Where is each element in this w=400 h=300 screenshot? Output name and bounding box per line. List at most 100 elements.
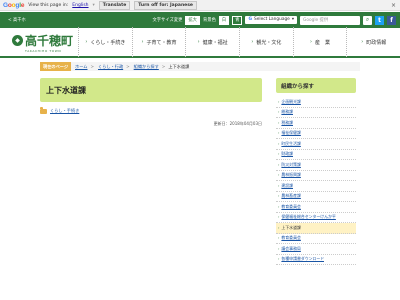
- chevron-right-icon: ›: [278, 183, 280, 188]
- utility-bar: < 高千ホ 文字サイズ変更 拡大 背景色 白 青 G Select Langua…: [0, 12, 400, 28]
- sidebar-item-label: 総務課: [281, 109, 294, 115]
- sidebar-item-label: 福祉保健課: [281, 130, 301, 136]
- sidebar-item[interactable]: › 農林振興課: [276, 171, 356, 181]
- breadcrumb-organization[interactable]: 組織から探す: [134, 64, 159, 70]
- chevron-right-icon: ›: [278, 99, 280, 104]
- sidebar-item[interactable]: › 議会事務局: [276, 244, 356, 255]
- chevron-right-icon: ›: [361, 39, 364, 45]
- sidebar-item[interactable]: › 保健福祉総合センターけんか平: [276, 213, 356, 223]
- sidebar-item[interactable]: › 教育委員会: [276, 234, 356, 244]
- search-input[interactable]: Google 提供: [300, 15, 360, 25]
- gnav-label: くらし・手続き: [90, 39, 126, 46]
- chevron-right-icon: ›: [278, 131, 280, 136]
- chevron-right-icon: ›: [278, 120, 280, 125]
- font-size-label: 文字サイズ変更: [152, 18, 183, 23]
- sidebar-item-label: 税務課: [281, 119, 294, 125]
- page-title: 上下水道課: [40, 78, 262, 102]
- sidebar-item[interactable]: › 各種申請書ダウンロード: [276, 255, 356, 265]
- select-language-dropdown[interactable]: G Select Language ▾: [245, 16, 297, 24]
- gnav-item-industry[interactable]: › 産 業: [292, 27, 347, 57]
- sidebar-item[interactable]: › 建設課: [276, 181, 356, 192]
- chevron-down-icon: ▾: [291, 17, 294, 22]
- dropdown-arrow-icon: ▾: [92, 2, 95, 8]
- folder-icon: [40, 107, 47, 114]
- breadcrumb-living[interactable]: くらし・行政: [98, 64, 123, 70]
- sidebar-item[interactable]: › 福祉保健課: [276, 129, 356, 139]
- breadcrumb-home[interactable]: ホーム: [75, 64, 87, 70]
- close-icon[interactable]: ×: [391, 2, 396, 9]
- color-blue-button[interactable]: 青: [232, 15, 243, 25]
- sidebar-item[interactable]: › 町民生活課: [276, 139, 356, 150]
- breadcrumb-separator: >: [126, 64, 130, 69]
- google-g-icon: G: [248, 17, 252, 22]
- sidebar-item-label: 各種申請書ダウンロード: [281, 256, 325, 262]
- chevron-right-icon: ›: [197, 39, 200, 45]
- gnav-item-tourism[interactable]: › 観光・文化: [239, 27, 293, 57]
- color-white-button[interactable]: 白: [218, 15, 230, 25]
- chevron-right-icon: ›: [278, 173, 280, 178]
- gnav-label: 健康・福祉: [202, 39, 228, 46]
- global-nav: › くらし・手続き › 子育て・教育 › 健康・福祉 › 観光・文化 › 産 業 › 町政情…: [78, 27, 400, 57]
- translate-prompt: View this page in:: [28, 2, 69, 8]
- chevron-right-icon: ›: [85, 39, 88, 45]
- chevron-right-icon: ›: [278, 194, 280, 199]
- breadcrumb-current: 上下水道課: [168, 63, 190, 69]
- chevron-right-icon: ›: [278, 246, 280, 251]
- sidebar-item-label: 上下水道課: [281, 224, 301, 230]
- translate-button[interactable]: Translate: [98, 0, 131, 10]
- chevron-right-icon: ›: [278, 110, 280, 115]
- town-emblem-icon: ◆: [12, 34, 23, 46]
- updated-date: 更新日：2018年04月03日: [213, 121, 262, 126]
- breadcrumb-here-label: 現在のページ: [40, 62, 72, 71]
- chevron-right-icon: ›: [278, 204, 280, 209]
- gnav-item-childcare[interactable]: › 子育て・教育: [131, 27, 186, 57]
- home-link[interactable]: < 高千ホ: [8, 17, 26, 23]
- site-logo[interactable]: ◆ 高千穂町 TAKACHIHO TOWN: [0, 27, 78, 57]
- sidebar-item[interactable]: › 教育委員会: [276, 202, 356, 213]
- gnav-item-admin[interactable]: › 町政情報: [346, 27, 400, 57]
- sidebar-item-label: 企画観光課: [281, 98, 301, 104]
- sidebar-item-label: 防災対策課: [281, 161, 301, 167]
- font-enlarge-button[interactable]: 拡大: [185, 15, 200, 25]
- sidebar-item-label: 農林振興課: [281, 172, 301, 178]
- turn-off-button[interactable]: Turn off for: Japanese: [134, 0, 197, 10]
- category-link-row: くらし・手続き: [40, 107, 262, 114]
- search-icon[interactable]: ⌕: [363, 15, 372, 25]
- breadcrumb: 現在のページ ホーム > くらし・行政 > 組織から探す > 上下水道課: [40, 62, 360, 71]
- chevron-right-icon: ›: [251, 39, 254, 45]
- sidebar-list: › 企画観光課 › 総務課 › 税務課 › 福祉保健課 › 町民生活課 › 財政課 › 防災対策課 › 農林振…: [276, 97, 356, 265]
- select-language-label: Select Language: [254, 17, 290, 22]
- sidebar-item[interactable]: › 企画観光課: [276, 97, 356, 108]
- gnav-item-health[interactable]: › 健康・福祉: [185, 27, 239, 57]
- chevron-right-icon: ›: [278, 141, 280, 146]
- background-color-label: 背景色: [202, 18, 216, 23]
- sidebar-item-label: 教育委員会: [281, 203, 301, 209]
- twitter-icon[interactable]: t: [375, 15, 384, 25]
- chevron-right-icon: ›: [278, 162, 280, 167]
- chevron-right-icon: ›: [278, 236, 280, 241]
- gnav-item-living[interactable]: › くらし・手続き: [78, 27, 132, 57]
- translate-language-link[interactable]: English: [72, 3, 88, 8]
- google-logo: Google: [3, 1, 25, 9]
- sidebar-item-label: 農林畜産課: [281, 193, 301, 199]
- google-translate-bar: Google View this page in: English ▾ Tran…: [0, 0, 400, 11]
- sidebar-item[interactable]: › 農林畜産課: [276, 192, 356, 202]
- sidebar: 組織から探す › 企画観光課 › 総務課 › 税務課 › 福祉保健課 › 町民生活課 › 財政課 › 防災…: [276, 78, 356, 265]
- site-header: ◆ 高千穂町 TAKACHIHO TOWN › くらし・手続き › 子育て・教育 ›…: [0, 27, 400, 58]
- sidebar-item[interactable]: › 税務課: [276, 118, 356, 129]
- utility-controls: 文字サイズ変更 拡大 背景色 白 青 G Select Language ▾ G…: [152, 15, 396, 25]
- chevron-right-icon: ›: [278, 152, 280, 157]
- sidebar-item-label: 教育委員会: [281, 235, 301, 241]
- facebook-icon[interactable]: f: [387, 15, 396, 25]
- sidebar-item[interactable]: › 上下水道課: [276, 223, 356, 234]
- gnav-label: 町政情報: [366, 39, 387, 46]
- sidebar-item[interactable]: › 財政課: [276, 150, 356, 160]
- sidebar-item[interactable]: › 総務課: [276, 108, 356, 118]
- chevron-right-icon: ›: [278, 225, 280, 230]
- sidebar-item-label: 議会事務局: [281, 245, 301, 251]
- gnav-label: 観光・文化: [256, 39, 282, 46]
- category-link[interactable]: くらし・手続き: [50, 108, 79, 114]
- sidebar-title: 組織から探す: [276, 78, 356, 93]
- chevron-right-icon: ›: [310, 39, 313, 45]
- sidebar-item[interactable]: › 防災対策課: [276, 160, 356, 171]
